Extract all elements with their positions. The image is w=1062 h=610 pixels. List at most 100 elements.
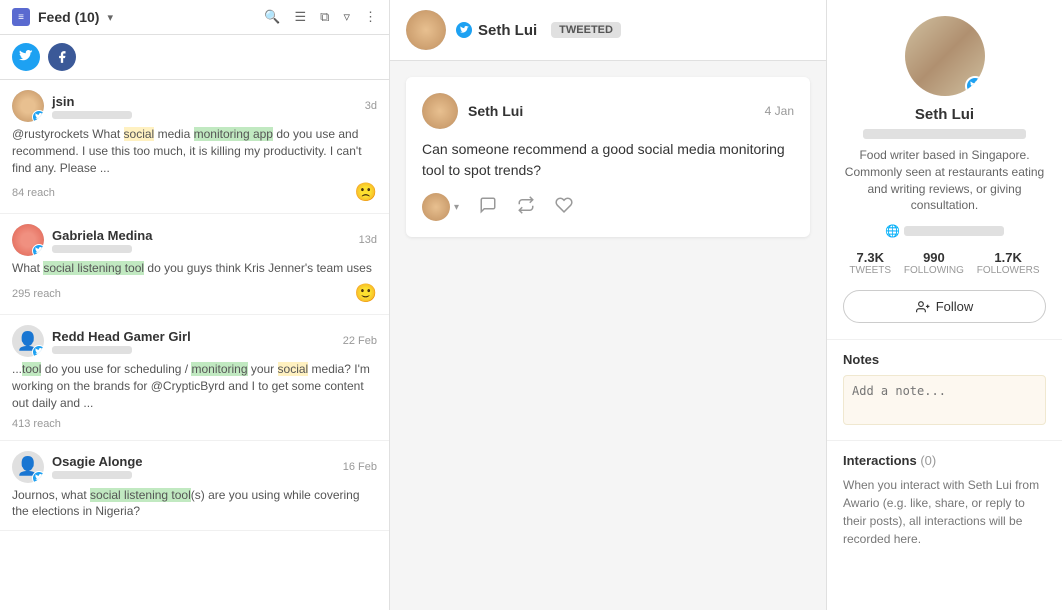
feed-chevron[interactable]: ▾ bbox=[107, 11, 113, 24]
reach-gabriela: 295 reach bbox=[12, 288, 61, 300]
sentiment-jsin: 🙁 bbox=[355, 182, 377, 203]
follow-icon bbox=[916, 300, 930, 314]
feed-header: ≡ Feed (10) ▾ 🔍 ☰ ⧉ ▿ ⋮ bbox=[0, 0, 389, 35]
follow-label: Follow bbox=[936, 299, 974, 314]
feed-list: jsin 3d @rustyrockets What social media … bbox=[0, 80, 389, 610]
follow-button[interactable]: Follow bbox=[843, 290, 1046, 323]
feed-item-gabriela[interactable]: Gabriela Medina 13d What social listenin… bbox=[0, 214, 389, 315]
feed-item-user-info-redd: Redd Head Gamer Girl bbox=[52, 329, 191, 354]
profile-handle-blurred bbox=[863, 129, 1025, 139]
twitter-badge-gabriela bbox=[32, 244, 44, 256]
profile-website: 🌐 bbox=[843, 224, 1046, 238]
twitter-badge-jsin bbox=[32, 110, 44, 122]
comment-icon[interactable] bbox=[479, 196, 497, 219]
followers-label: FOLLOWERS bbox=[977, 265, 1040, 276]
twitter-filter-icon[interactable] bbox=[12, 43, 40, 71]
middle-avatar-seth bbox=[406, 10, 446, 50]
feed-item-user-info-osagie: Osagie Alonge bbox=[52, 454, 143, 479]
username-jsin: jsin bbox=[52, 94, 132, 109]
tweet-action-reply-group: ▾ bbox=[422, 193, 459, 221]
sentiment-gabriela: 🙂 bbox=[355, 283, 377, 304]
feed-icon: ≡ bbox=[12, 8, 30, 26]
tweet-header: Seth Lui 4 Jan bbox=[422, 93, 794, 129]
snippet-gabriela: What social listening tool do you guys t… bbox=[12, 260, 377, 277]
chevron-down-icon[interactable]: ▾ bbox=[454, 202, 459, 213]
twitter-badge-osagie bbox=[32, 471, 44, 483]
header-icons: 🔍 ☰ ⧉ ▿ ⋮ bbox=[264, 9, 377, 25]
tweet-actions: ▾ bbox=[422, 193, 794, 221]
time-jsin: 3d bbox=[365, 100, 377, 112]
snippet-osagie: Journos, what social listening tool(s) a… bbox=[12, 487, 377, 521]
retweet-icon[interactable] bbox=[517, 196, 535, 219]
reach-row-jsin: 84 reach 🙁 bbox=[12, 182, 377, 203]
tweet-username: Seth Lui bbox=[468, 103, 523, 119]
middle-content: Seth Lui 4 Jan Can someone recommend a g… bbox=[390, 61, 826, 253]
following-value: 990 bbox=[904, 250, 964, 265]
reach-row-redd: 413 reach bbox=[12, 418, 377, 430]
feed-item-user-info: jsin bbox=[52, 94, 132, 119]
profile-name: Seth Lui bbox=[843, 106, 1046, 123]
interactions-count: (0) bbox=[920, 453, 936, 468]
notes-title: Notes bbox=[843, 352, 1046, 367]
filter-icon[interactable]: ▿ bbox=[343, 9, 350, 25]
reach-jsin: 84 reach bbox=[12, 187, 55, 199]
reach-row-gabriela: 295 reach 🙂 bbox=[12, 283, 377, 304]
notes-input[interactable] bbox=[843, 375, 1046, 425]
profile-stats: 7.3K TWEETS 990 FOLLOWING 1.7K FOLLOWERS bbox=[843, 250, 1046, 276]
tweeted-badge: TWEETED bbox=[551, 22, 621, 38]
time-osagie: 16 Feb bbox=[343, 461, 377, 473]
avatar-gabriela bbox=[12, 224, 44, 256]
middle-user-info: Seth Lui TWEETED bbox=[456, 22, 621, 39]
like-icon[interactable] bbox=[555, 196, 573, 219]
feed-item-header-osagie: 👤 Osagie Alonge 16 Feb bbox=[12, 451, 377, 483]
username-redd: Redd Head Gamer Girl bbox=[52, 329, 191, 344]
profile-twitter-icon bbox=[965, 76, 985, 96]
feed-item-redd[interactable]: 👤 Redd Head Gamer Girl 22 Feb ...tool do… bbox=[0, 315, 389, 440]
tweet-text: Can someone recommend a good social medi… bbox=[422, 139, 794, 181]
avatar-redd: 👤 bbox=[12, 325, 44, 357]
snippet-jsin: @rustyrockets What social media monitori… bbox=[12, 126, 377, 176]
middle-username: Seth Lui bbox=[478, 22, 537, 39]
tweet-date: 4 Jan bbox=[765, 104, 794, 118]
feed-item-osagie[interactable]: 👤 Osagie Alonge 16 Feb Journos, what soc… bbox=[0, 441, 389, 532]
profile-section: Seth Lui Food writer based in Singapore.… bbox=[827, 0, 1062, 340]
time-gabriela: 13d bbox=[359, 234, 377, 246]
time-redd: 22 Feb bbox=[343, 335, 377, 347]
avatar-jsin bbox=[12, 90, 44, 122]
tweet-action-avatar bbox=[422, 193, 450, 221]
website-url-blurred bbox=[904, 226, 1004, 236]
tweet-avatar bbox=[422, 93, 458, 129]
interactions-section: Interactions (0) When you interact with … bbox=[827, 441, 1062, 560]
snippet-redd: ...tool do you use for scheduling / moni… bbox=[12, 361, 377, 411]
profile-bio: Food writer based in Singapore. Commonly… bbox=[843, 147, 1046, 214]
stat-following: 990 FOLLOWING bbox=[904, 250, 964, 276]
middle-header: Seth Lui TWEETED bbox=[390, 0, 826, 61]
tweets-label: TWEETS bbox=[849, 265, 891, 276]
facebook-filter-icon[interactable] bbox=[48, 43, 76, 71]
search-icon[interactable]: 🔍 bbox=[264, 9, 280, 25]
notes-section: Notes bbox=[827, 340, 1062, 441]
tweets-value: 7.3K bbox=[849, 250, 891, 265]
left-panel: ≡ Feed (10) ▾ 🔍 ☰ ⧉ ▿ ⋮ bbox=[0, 0, 390, 610]
feed-item-header-redd: 👤 Redd Head Gamer Girl 22 Feb bbox=[12, 325, 377, 357]
right-panel: Seth Lui Food writer based in Singapore.… bbox=[827, 0, 1062, 610]
layers-icon[interactable]: ⧉ bbox=[320, 9, 329, 25]
username-gabriela: Gabriela Medina bbox=[52, 228, 152, 243]
feed-item-user-info-gabriela: Gabriela Medina bbox=[52, 228, 152, 253]
followers-value: 1.7K bbox=[977, 250, 1040, 265]
sort-icon[interactable]: ☰ bbox=[295, 9, 307, 25]
feed-item-jsin[interactable]: jsin 3d @rustyrockets What social media … bbox=[0, 80, 389, 214]
feed-item-header: jsin 3d bbox=[12, 90, 377, 122]
interactions-text: When you interact with Seth Lui from Awa… bbox=[843, 476, 1046, 548]
reach-redd: 413 reach bbox=[12, 418, 61, 430]
profile-avatar-seth bbox=[905, 16, 985, 96]
more-icon[interactable]: ⋮ bbox=[364, 9, 377, 25]
feed-item-header-gabriela: Gabriela Medina 13d bbox=[12, 224, 377, 256]
middle-panel: Seth Lui TWEETED Seth Lui 4 Jan Can some… bbox=[390, 0, 827, 610]
interactions-title: Interactions (0) bbox=[843, 453, 1046, 468]
following-label: FOLLOWING bbox=[904, 265, 964, 276]
tweet-card: Seth Lui 4 Jan Can someone recommend a g… bbox=[406, 77, 810, 237]
social-filter-row bbox=[0, 35, 389, 80]
stat-tweets: 7.3K TWEETS bbox=[849, 250, 891, 276]
feed-title: Feed (10) bbox=[38, 9, 99, 25]
